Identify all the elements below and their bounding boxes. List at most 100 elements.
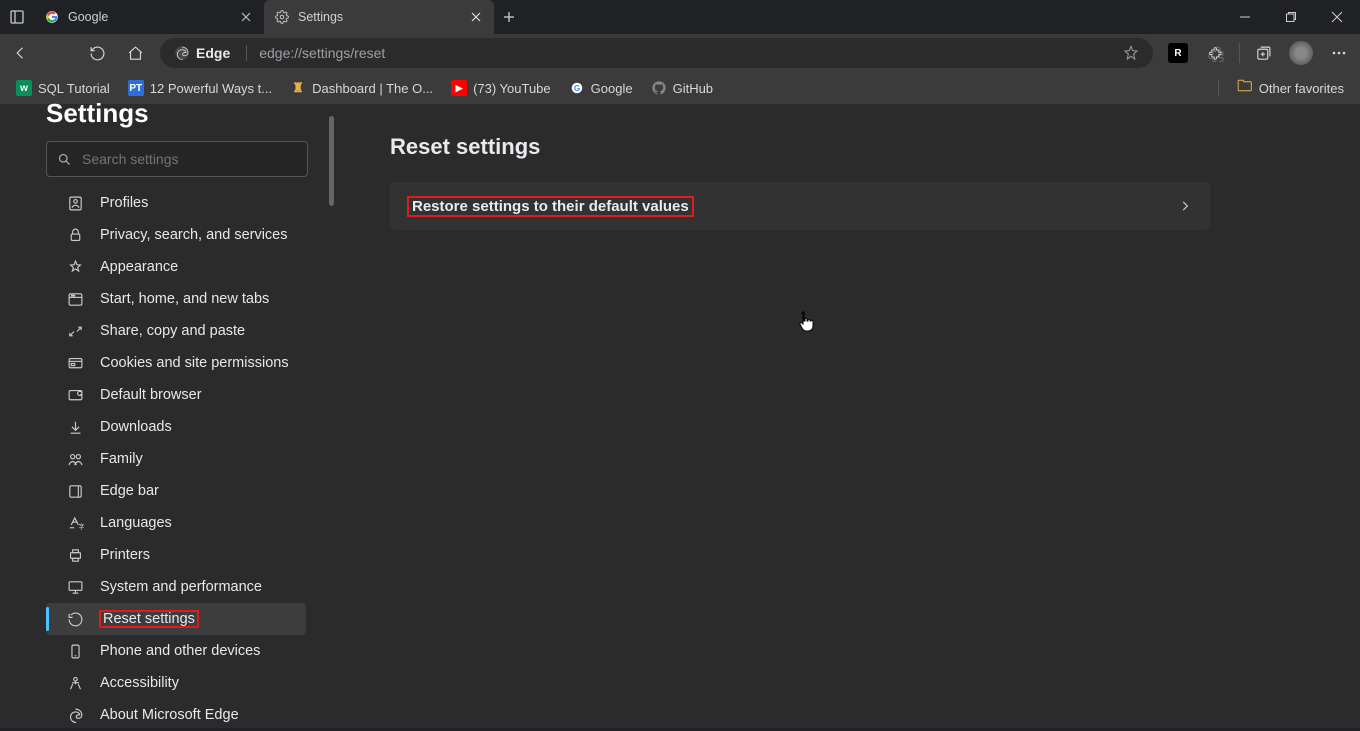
nav-icon	[66, 290, 84, 308]
github-icon	[651, 80, 667, 96]
card-label: Restore settings to their default values	[408, 197, 693, 216]
nav-icon	[66, 706, 84, 724]
nav-label: Share, copy and paste	[100, 323, 245, 339]
sidebar-item-share-copy-and-paste[interactable]: Share, copy and paste	[46, 315, 306, 347]
search-icon	[57, 152, 72, 167]
svg-text:字: 字	[78, 521, 84, 530]
browser-toolbar: Edge edge://settings/reset R	[0, 34, 1360, 72]
nav-icon: 字	[66, 514, 84, 532]
nav-label: Printers	[100, 547, 150, 563]
other-favorites-button[interactable]: 🗀 Other favorites	[1231, 74, 1350, 102]
minimize-button[interactable]	[1222, 0, 1268, 34]
settings-favicon-icon	[274, 9, 290, 25]
sidebar-item-printers[interactable]: Printers	[46, 539, 306, 571]
sidebar-item-appearance[interactable]: Appearance	[46, 251, 306, 283]
tab-actions-button[interactable]	[0, 0, 34, 34]
nav-icon	[66, 194, 84, 212]
nav-icon	[66, 450, 84, 468]
separator	[246, 45, 247, 61]
back-button[interactable]	[2, 34, 40, 72]
folder-icon: 🗀	[1237, 80, 1253, 96]
pt-icon: PT	[128, 80, 144, 96]
tab-google[interactable]: Google	[34, 0, 264, 34]
nav-label: Appearance	[100, 259, 178, 275]
nav-label: Default browser	[100, 387, 202, 403]
address-bar[interactable]: Edge edge://settings/reset	[160, 38, 1153, 68]
sidebar-item-cookies-and-site-permissions[interactable]: Cookies and site permissions	[46, 347, 306, 379]
home-button[interactable]	[116, 34, 154, 72]
bookmark-label: (73) YouTube	[473, 81, 551, 96]
nav-label: Languages	[100, 515, 172, 531]
section-heading: Reset settings	[390, 134, 1360, 160]
nav-label: Start, home, and new tabs	[100, 291, 269, 307]
nav-icon	[66, 386, 84, 404]
title-bar: Google Settings	[0, 0, 1360, 34]
sidebar-item-downloads[interactable]: Downloads	[46, 411, 306, 443]
search-settings-field[interactable]	[46, 141, 308, 177]
new-tab-button[interactable]	[494, 2, 524, 32]
nav-icon	[66, 226, 84, 244]
nav-label: Phone and other devices	[100, 643, 260, 659]
nav-label: System and performance	[100, 579, 262, 595]
menu-button[interactable]	[1320, 34, 1358, 72]
close-tab-icon[interactable]	[468, 9, 484, 25]
page-title: Settings	[46, 98, 340, 129]
sidebar-item-about-microsoft-edge[interactable]: About Microsoft Edge	[46, 699, 306, 731]
bookmark-youtube[interactable]: ▶ (73) YouTube	[445, 74, 557, 102]
bookmark-label: 12 Powerful Ways t...	[150, 81, 272, 96]
tab-title: Settings	[298, 10, 343, 24]
sidebar-item-reset-settings[interactable]: Reset settings	[46, 603, 306, 635]
nav-icon	[66, 322, 84, 340]
bookmark-label: GitHub	[673, 81, 713, 96]
favorite-star-icon[interactable]	[1123, 45, 1139, 61]
nav-label: Reset settings	[100, 611, 198, 627]
sidebar-item-languages[interactable]: 字 Languages	[46, 507, 306, 539]
separator	[1239, 43, 1240, 63]
nav-icon	[66, 610, 84, 628]
nav-icon	[66, 674, 84, 692]
sidebar-item-default-browser[interactable]: Default browser	[46, 379, 306, 411]
tab-title: Google	[68, 10, 108, 24]
google-icon: G	[569, 80, 585, 96]
close-tab-icon[interactable]	[238, 9, 254, 25]
nav-label: Cookies and site permissions	[100, 355, 289, 371]
close-window-button[interactable]	[1314, 0, 1360, 34]
search-input[interactable]	[82, 151, 297, 167]
sidebar-item-profiles[interactable]: Profiles	[46, 187, 306, 219]
sidebar-item-edge-bar[interactable]: Edge bar	[46, 475, 306, 507]
url-text: edge://settings/reset	[259, 45, 385, 61]
svg-text:G: G	[573, 84, 579, 93]
pointer-cursor-icon	[797, 310, 815, 332]
google-favicon-icon	[44, 9, 60, 25]
maximize-button[interactable]	[1268, 0, 1314, 34]
site-identity: Edge	[196, 45, 230, 61]
sidebar-item-family[interactable]: Family	[46, 443, 306, 475]
sidebar-item-privacy-search-and-services[interactable]: Privacy, search, and services	[46, 219, 306, 251]
nav-icon	[66, 418, 84, 436]
profile-avatar[interactable]	[1282, 34, 1320, 72]
restore-defaults-card[interactable]: Restore settings to their default values	[390, 182, 1210, 230]
nav-label: Privacy, search, and services	[100, 227, 288, 243]
odin-icon: ♜	[290, 80, 306, 96]
sidebar-item-accessibility[interactable]: Accessibility	[46, 667, 306, 699]
settings-sidebar: Settings ProfilesPrivacy, search, and se…	[0, 104, 340, 728]
sidebar-item-system-and-performance[interactable]: System and performance	[46, 571, 306, 603]
forward-button	[40, 34, 78, 72]
extension-badge[interactable]: R	[1159, 34, 1197, 72]
bookmark-label: SQL Tutorial	[38, 81, 110, 96]
nav-icon	[66, 482, 84, 500]
scrollbar-thumb[interactable]	[329, 116, 334, 206]
tab-settings[interactable]: Settings	[264, 0, 494, 34]
separator	[1218, 80, 1219, 96]
collections-icon[interactable]	[1244, 34, 1282, 72]
refresh-button[interactable]	[78, 34, 116, 72]
extensions-icon[interactable]	[1197, 34, 1235, 72]
bookmark-google[interactable]: G Google	[563, 74, 639, 102]
bookmark-label: Google	[591, 81, 633, 96]
nav-label: Downloads	[100, 419, 172, 435]
bookmark-github[interactable]: GitHub	[645, 74, 719, 102]
w3-icon: w	[16, 80, 32, 96]
nav-label: Profiles	[100, 195, 148, 211]
sidebar-item-start-home-and-new-tabs[interactable]: Start, home, and new tabs	[46, 283, 306, 315]
sidebar-item-phone-and-other-devices[interactable]: Phone and other devices	[46, 635, 306, 667]
